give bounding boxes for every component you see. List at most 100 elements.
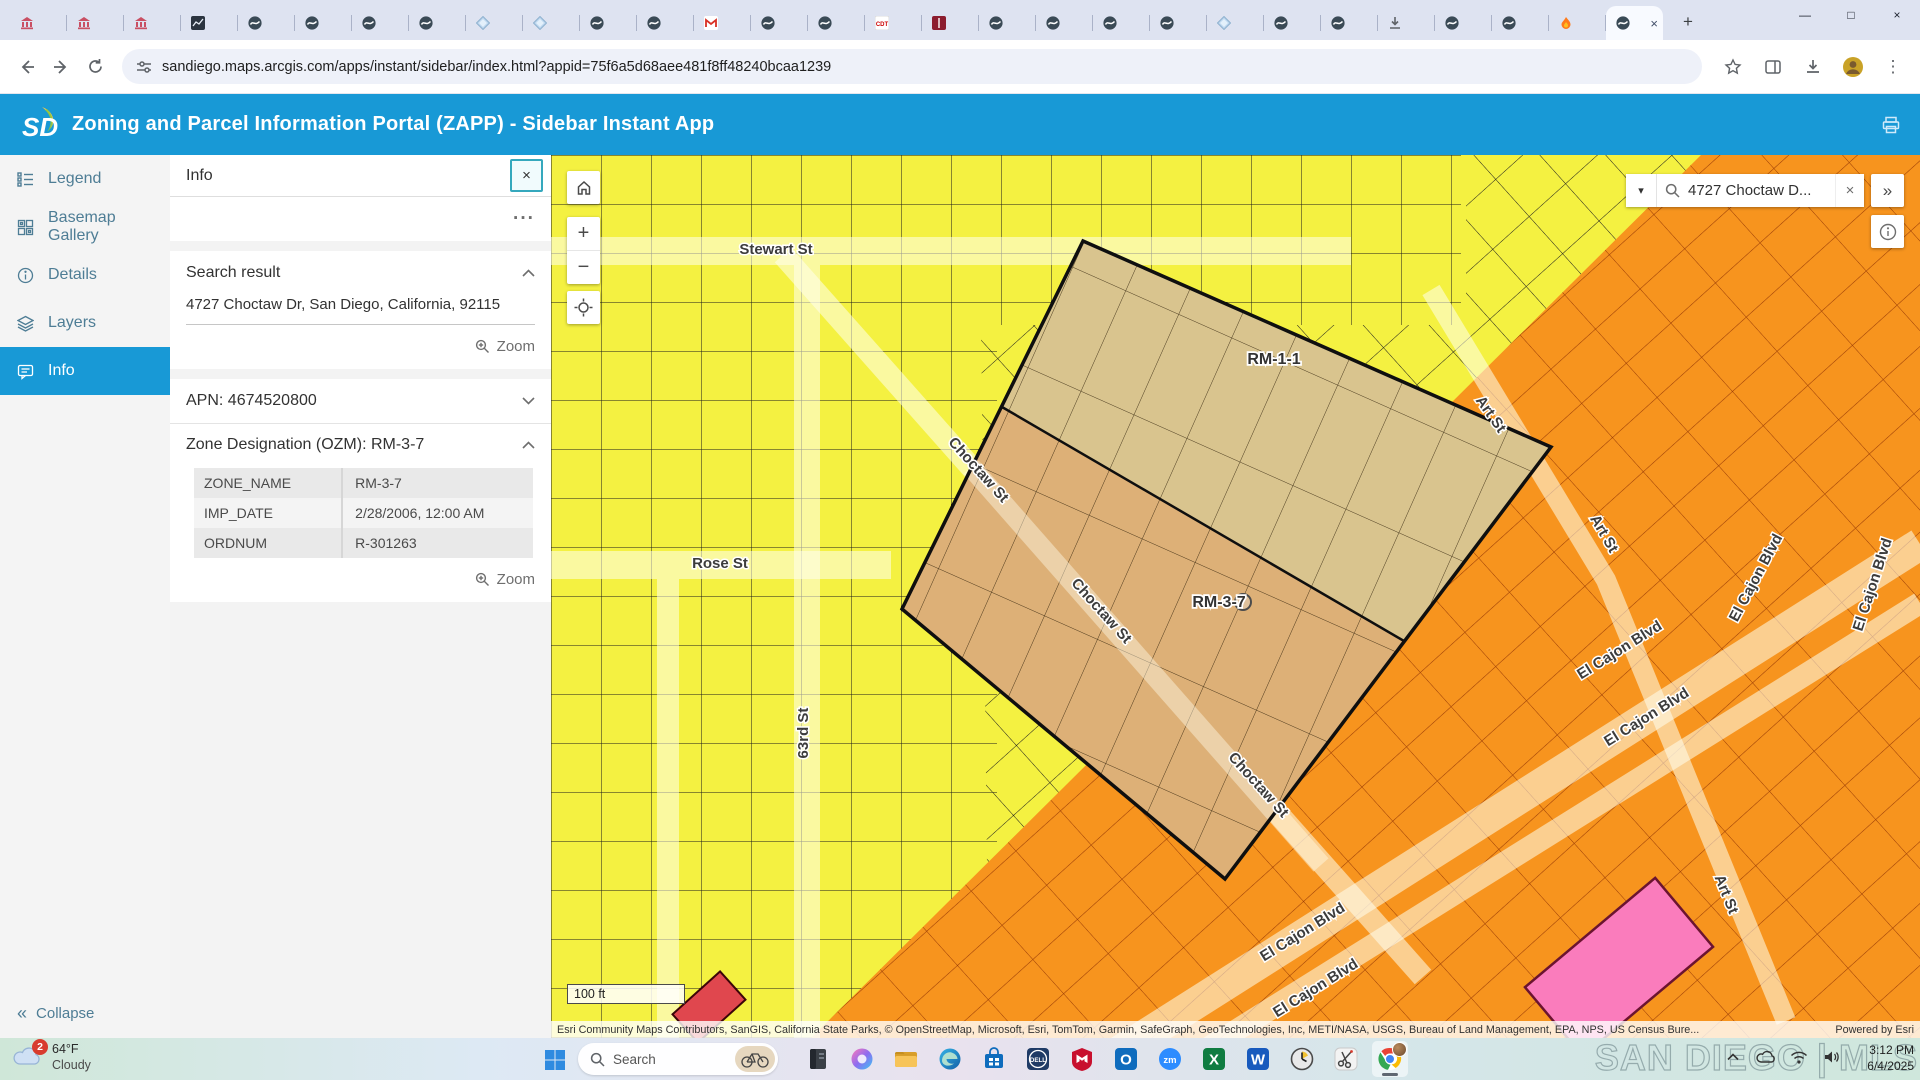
volume-icon[interactable] [1822,1047,1842,1067]
search-source-dropdown[interactable]: ▾ [1626,174,1657,207]
sidebar-item-details[interactable]: Details [0,251,170,299]
tab-globe[interactable] [409,6,466,40]
tab-globe[interactable] [352,6,409,40]
tray-chevron-up-icon[interactable] [1723,1047,1743,1067]
forward-button[interactable] [44,50,78,84]
tab-globe[interactable] [1492,6,1549,40]
sidebar-item-legend[interactable]: Legend [0,155,170,203]
dell-app-icon[interactable]: DELL [1020,1041,1056,1077]
sidebar-item-basemap-gallery[interactable]: Basemap Gallery [0,203,170,251]
tab-mail[interactable] [694,6,751,40]
browser-menu-button[interactable]: ⋮ [1876,50,1910,84]
tab-globe[interactable] [979,6,1036,40]
reload-button[interactable] [78,50,112,84]
mcafee-app-icon[interactable] [1064,1041,1100,1077]
tab-globe[interactable] [1321,6,1378,40]
word-app-icon[interactable]: W [1240,1041,1276,1077]
close-panel-button[interactable]: × [510,159,543,192]
expand-search-button[interactable]: » [1871,174,1904,207]
edge-app-icon[interactable] [932,1041,968,1077]
explorer-app-icon[interactable] [888,1041,924,1077]
outlook-app-icon[interactable]: O [1108,1041,1144,1077]
collapse-button[interactable]: « Collapse [17,1004,94,1022]
tab-globe[interactable] [1036,6,1093,40]
sidebar-item-layers[interactable]: Layers [0,299,170,347]
tab-cdt[interactable]: CDT [865,6,922,40]
search-value[interactable]: 4727 Choctaw D... [1688,182,1811,199]
tab-thumb[interactable] [181,6,238,40]
zone-section-header[interactable]: Zone Designation (OZM): RM-3-7 [186,436,535,454]
map-info-button[interactable] [1871,215,1904,248]
chrome-app-icon[interactable] [1372,1041,1408,1077]
info-panel-header: Info × [170,155,551,197]
zoom-to-result-link[interactable]: Zoom [186,338,535,355]
taskbar-search[interactable]: Search [578,1043,778,1075]
tab-bank[interactable] [67,6,124,40]
site-settings-icon[interactable] [136,59,152,75]
tab-gem[interactable] [523,6,580,40]
more-options-button[interactable]: ··· [513,208,535,230]
snip-app-icon[interactable] [1328,1041,1364,1077]
search-result-header[interactable]: Search result [186,264,535,282]
tab-globe[interactable] [1435,6,1492,40]
tab-globe-active[interactable]: × [1606,6,1663,40]
tab-gem[interactable] [466,6,523,40]
tab-globe[interactable] [295,6,352,40]
close-window-button[interactable]: × [1874,0,1920,30]
zoning-map[interactable]: Stewart StRose St63rd StChoctaw StChocta… [551,155,1920,1038]
tab-globe[interactable] [1150,6,1207,40]
zone-label: RM-3-7 [1192,594,1245,611]
tab-bank[interactable] [124,6,181,40]
tab-globe[interactable] [1264,6,1321,40]
zoom-app-icon[interactable]: zm [1152,1041,1188,1077]
url-text[interactable]: sandiego.maps.arcgis.com/apps/instant/si… [162,59,831,75]
tab-gem[interactable] [1207,6,1264,40]
tab-down[interactable] [1378,6,1435,40]
taskbar-clock[interactable]: 3:12 PM 6/4/2025 [1850,1043,1914,1074]
onedrive-cloud-icon[interactable] [1756,1047,1776,1067]
weather-widget[interactable]: 2 64°F Cloudy [12,1041,91,1074]
tab-globe[interactable] [808,6,865,40]
sidebar-item-info[interactable]: Info [0,347,170,395]
profile-avatar[interactable] [1836,50,1870,84]
notebook-app-icon[interactable] [800,1041,836,1077]
wifi-icon[interactable] [1789,1047,1809,1067]
clear-search-button[interactable]: × [1835,174,1864,207]
search-input[interactable]: 4727 Choctaw D... [1657,182,1835,199]
tab-bank[interactable] [10,6,67,40]
tab-globe[interactable] [637,6,694,40]
side-panel-button[interactable] [1756,50,1790,84]
search-highlight-image[interactable] [735,1046,775,1072]
home-button[interactable] [567,171,600,204]
address-bar[interactable]: sandiego.maps.arcgis.com/apps/instant/si… [122,49,1702,84]
apn-section-header[interactable]: APN: 4674520800 [186,392,535,410]
downloads-button[interactable] [1796,50,1830,84]
tab-globe[interactable] [751,6,808,40]
back-button[interactable] [10,50,44,84]
store-app-icon[interactable] [976,1041,1012,1077]
tab-globe[interactable] [238,6,295,40]
excel-app-icon[interactable]: X [1196,1041,1232,1077]
locate-button[interactable] [567,291,600,324]
globe-favicon [304,16,319,31]
search-result-card: Search result 4727 Choctaw Dr, San Diego… [170,251,551,369]
print-button[interactable] [1878,112,1904,138]
start-button[interactable] [540,1045,570,1075]
zoom-out-button[interactable]: − [567,250,600,284]
clock-app-icon[interactable] [1284,1041,1320,1077]
minimize-button[interactable]: — [1782,0,1828,30]
copilot-app-icon[interactable] [844,1041,880,1077]
tab-globe[interactable] [1093,6,1150,40]
zoom-in-button[interactable]: + [567,217,600,250]
windows-logo-icon [543,1048,567,1072]
zoom-to-zone-link[interactable]: Zoom [186,571,535,588]
bookmark-star-button[interactable] [1716,50,1750,84]
close-tab-icon[interactable]: × [1650,17,1658,30]
tab-flame[interactable] [1549,6,1606,40]
tab-book[interactable] [922,6,979,40]
new-tab-button[interactable]: + [1675,9,1701,35]
maximize-button[interactable]: □ [1828,0,1874,30]
globe-favicon [418,16,433,31]
tab-globe[interactable] [580,6,637,40]
street-label: Stewart St [739,241,812,258]
